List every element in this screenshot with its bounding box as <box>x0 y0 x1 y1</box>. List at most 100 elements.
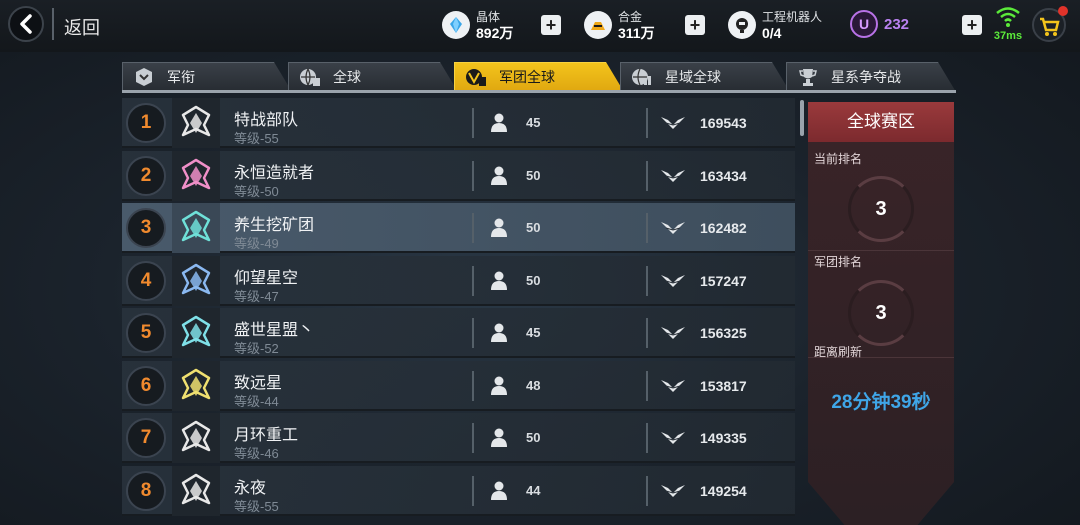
ranking-row[interactable]: 1 特战部队 等级-55 45 169543 <box>122 98 795 148</box>
rank-number: 5 <box>126 313 166 353</box>
member-count: 45 <box>526 115 541 130</box>
legion-rank-label: 军团排名 <box>814 255 863 269</box>
tab-galaxy-war[interactable]: 星系争夺战 <box>786 62 956 92</box>
resource-robot: 工程机器人 0/4 <box>728 6 822 44</box>
legion-name: 永夜 <box>234 479 267 497</box>
rank-number: 4 <box>126 260 166 301</box>
ranking-row[interactable]: 4 仰望星空 等级-47 50 157247 <box>122 255 795 306</box>
legion-level: 等级-49 <box>234 236 279 251</box>
resource-alloy: 合金 311万 <box>584 6 655 44</box>
resource-value: 0/4 <box>762 25 782 41</box>
top-bar: 返回 晶体 892万 + 合金 311万 + 工程机器人 0/4 U 232 + <box>0 0 1080 52</box>
tab-label: 军团全球 <box>499 69 555 85</box>
region-panel: 全球赛区 当前排名 3 军团排名 3 距离刷新 28分钟39秒 <box>808 102 954 525</box>
member-count: 50 <box>526 430 541 445</box>
ranking-row[interactable]: 6 致远星 等级-44 48 153817 <box>122 360 795 411</box>
legion-emblem-icon <box>172 150 220 201</box>
member-icon <box>488 217 510 239</box>
divider <box>646 160 648 191</box>
member-icon <box>488 375 510 397</box>
rank-number: 1 <box>126 103 166 143</box>
legion-name: 盛世星盟丶 <box>234 322 315 339</box>
divider <box>646 370 648 401</box>
resource-name: 合金 <box>618 10 643 24</box>
power-value: 162482 <box>700 220 747 236</box>
legion-name: 养生挖矿团 <box>234 217 315 234</box>
add-alloy-button[interactable]: + <box>685 15 705 35</box>
scrollbar[interactable] <box>800 100 804 136</box>
legion-level: 等级-50 <box>234 183 279 199</box>
legion-emblem-icon <box>172 413 220 463</box>
ranking-row[interactable]: 8 永夜 等级-55 44 149254 <box>122 465 795 516</box>
legion-name: 致远星 <box>234 374 283 392</box>
ranking-row[interactable]: 7 月环重工 等级-46 50 149335 <box>122 413 795 463</box>
legion-name: 特战部队 <box>234 112 299 129</box>
legion-emblem-icon <box>172 203 220 253</box>
ranking-row[interactable]: 2 永恒造就者 等级-50 50 163434 <box>122 150 795 201</box>
legion-emblem-icon <box>172 255 220 306</box>
power-wing-icon <box>660 430 686 446</box>
tab-underline <box>122 90 956 93</box>
divider <box>472 423 474 453</box>
legion-emblem-icon <box>172 308 220 358</box>
power-wing-icon <box>660 378 686 394</box>
power-value: 149254 <box>700 482 747 499</box>
member-count: 44 <box>526 482 541 498</box>
member-icon <box>488 270 510 292</box>
tab-global[interactable]: 全球 <box>288 62 458 92</box>
ranking-tabs: 军衔 全球 军团全球 星域全球 星系争夺战 <box>122 62 956 92</box>
tab-star-domain[interactable]: 星域全球 <box>620 62 790 92</box>
alloy-icon <box>584 11 612 39</box>
resource-name: 晶体 <box>476 10 501 24</box>
rank-number: 7 <box>126 418 166 458</box>
power-value: 163434 <box>700 167 747 184</box>
add-crystal-button[interactable]: + <box>541 15 561 35</box>
crystal-icon <box>442 11 470 39</box>
divider <box>646 318 648 348</box>
back-button[interactable] <box>8 6 44 42</box>
legion-emblem-icon <box>172 465 220 516</box>
ranking-row[interactable]: 5 盛世星盟丶 等级-52 45 156325 <box>122 308 795 358</box>
ranking-list[interactable]: 1 特战部队 等级-55 45 169543 2 永恒造就者 等级-50 50 163434 3 养生… <box>122 98 797 525</box>
divider <box>472 160 474 191</box>
legion-rank-value: 3 <box>848 280 914 346</box>
member-count: 48 <box>526 377 541 393</box>
tab-rank[interactable]: 军衔 <box>122 62 292 92</box>
globe-icon <box>299 66 321 88</box>
rank-number: 6 <box>126 365 166 406</box>
current-rank-label: 当前排名 <box>814 152 863 166</box>
star-domain-icon <box>631 66 653 88</box>
trophy-icon <box>797 66 819 88</box>
power-value: 149335 <box>700 430 747 446</box>
divider <box>646 265 648 296</box>
divider <box>808 250 954 251</box>
divider <box>52 8 54 40</box>
legion-level: 等级-46 <box>234 446 279 461</box>
notification-dot <box>1058 6 1068 16</box>
resource-value: 311万 <box>618 25 655 41</box>
add-premium-button[interactable]: + <box>962 15 982 35</box>
tab-label: 星系争夺战 <box>831 69 901 85</box>
power-value: 157247 <box>700 272 747 289</box>
legion-level: 等级-55 <box>234 498 279 514</box>
current-rank-value: 3 <box>848 176 914 242</box>
chevron-left-icon <box>20 14 32 34</box>
back-label[interactable]: 返回 <box>64 14 100 40</box>
power-value: 156325 <box>700 325 747 341</box>
power-wing-icon <box>660 325 686 341</box>
ranking-row[interactable]: 3 养生挖矿团 等级-49 50 162482 <box>122 203 795 253</box>
member-icon <box>488 322 510 344</box>
divider <box>646 108 648 138</box>
robot-icon <box>728 11 756 39</box>
refresh-countdown: 28分钟39秒 <box>831 392 931 413</box>
power-wing-icon <box>660 168 686 184</box>
premium-currency-icon: U <box>850 10 878 38</box>
tab-legion-global[interactable]: 军团全球 <box>454 62 624 92</box>
legion-name: 仰望星空 <box>234 269 299 287</box>
power-wing-icon <box>660 220 686 236</box>
rank-number: 2 <box>126 155 166 196</box>
premium-currency-value: 232 <box>884 16 910 33</box>
divider <box>472 213 474 243</box>
rank-number: 8 <box>126 470 166 511</box>
legion-level: 等级-44 <box>234 393 279 409</box>
